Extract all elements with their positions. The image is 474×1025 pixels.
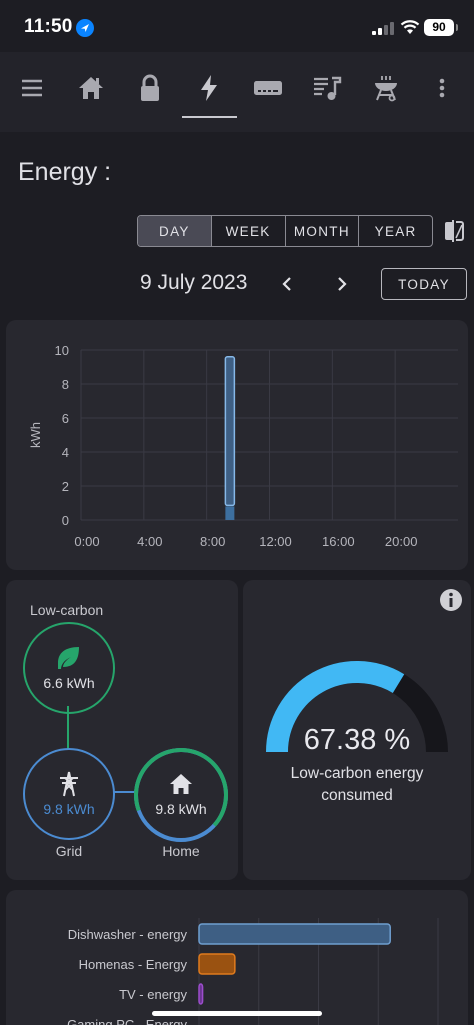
gauge-caption: Low-carbon energy consumed [243,763,471,807]
chevron-left-icon[interactable] [277,272,297,296]
usage-bar-grid [224,356,236,507]
period-day-button[interactable]: DAY [138,216,212,246]
usage-y-tick: 6 [62,411,69,426]
low-carbon-node[interactable]: 6.6 kWh [23,622,115,714]
grid-label: Grid [55,843,83,859]
wifi-icon [400,20,420,34]
cell-signal-icon [372,22,394,35]
usage-bar-low-carbon [225,506,235,520]
gauge-caption-line2: consumed [321,787,393,804]
gauge-value: 67.38 % [303,724,411,756]
lock-tab-icon[interactable] [125,52,175,124]
top-nav-bar [0,52,474,132]
current-date: 9 July 2023 [140,271,248,294]
usage-y-tick: 2 [62,479,69,494]
usage-y-tick: 8 [62,377,69,392]
usage-x-tick: 4:00 [137,534,162,549]
energy-tab-icon[interactable] [184,52,234,124]
home-label: Home [162,843,200,859]
energy-usage-card: 0 2 4 6 8 10 0:00 4:00 8:00 12:00 16:00 20:00 kWh [6,320,468,570]
home-node[interactable]: 9.8 kWh [136,750,226,840]
home-icon [170,774,192,794]
usage-y-tick: 4 [62,445,69,460]
usage-y-tick: 0 [62,513,69,528]
bbq-tab-icon[interactable] [361,52,411,124]
transmission-tower-icon [60,771,78,797]
more-options-icon[interactable] [417,52,467,124]
usage-x-tick: 12:00 [259,534,292,549]
energy-usage-chart: 0 2 4 6 8 10 0:00 4:00 8:00 12:00 16:00 20:00 kWh [28,343,458,549]
battery-indicator: 90 [424,19,458,36]
location-arrow-icon [76,19,94,37]
device-consumption-card: Dishwasher - energy Homenas - Energy TV - … [6,890,468,1025]
grid-value: 9.8 kWh [43,801,95,817]
device-label: Dishwasher - energy [68,927,188,942]
device-bar [198,923,391,945]
home-tab-icon[interactable] [66,52,116,124]
device-bar [198,983,204,1005]
active-tab-indicator [182,116,237,118]
music-tab-icon[interactable] [302,52,352,124]
device-consumption-chart: Dishwasher - energy Homenas - Energy TV - … [67,918,439,1025]
usage-x-tick: 8:00 [200,534,225,549]
grid-node[interactable]: 9.8 kWh [23,748,115,840]
home-value: 9.8 kWh [155,801,207,817]
today-button[interactable]: TODAY [381,268,467,300]
page-title: Energy : [18,158,112,186]
leaf-icon [58,647,79,669]
period-month-button[interactable]: MONTH [286,216,360,246]
device-label: Gaming PC - Energy [67,1017,187,1025]
media-player-tab-icon[interactable] [243,52,293,124]
home-indicator [152,1011,322,1016]
usage-y-tick: 10 [55,343,69,358]
device-label: Homenas - Energy [79,957,188,972]
menu-icon[interactable] [7,52,57,124]
status-time: 11:50 [24,16,73,37]
low-carbon-value: 6.6 kWh [43,675,95,691]
usage-x-tick: 20:00 [385,534,418,549]
period-year-button[interactable]: YEAR [359,216,432,246]
device-bar [198,953,236,975]
usage-y-axis-label: kWh [28,422,43,448]
usage-x-tick: 0:00 [74,534,99,549]
compare-icon[interactable] [442,219,466,243]
chevron-right-icon[interactable] [332,272,352,296]
period-week-button[interactable]: WEEK [212,216,286,246]
device-label: TV - energy [119,987,187,1002]
gauge-caption-line1: Low-carbon energy [290,765,424,782]
period-selector: DAY WEEK MONTH YEAR [137,215,433,247]
usage-x-tick: 16:00 [322,534,355,549]
